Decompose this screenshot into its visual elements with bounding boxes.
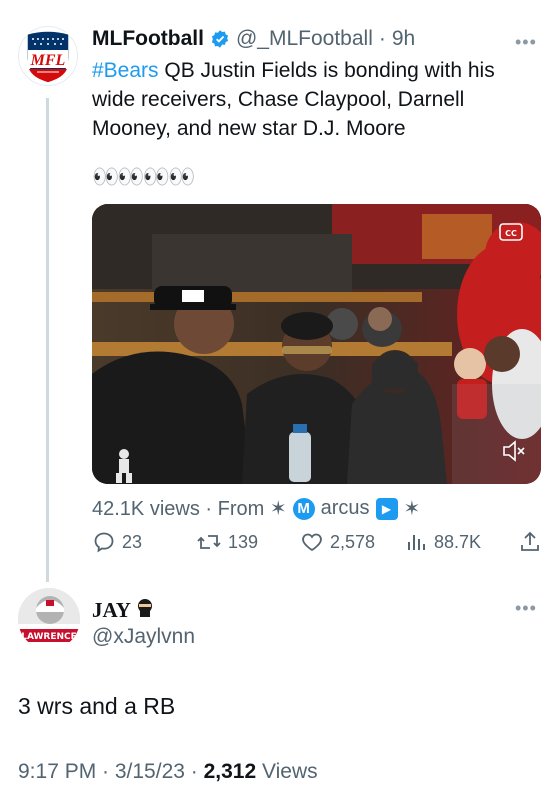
author-handle[interactable]: @_MLFootball [236,27,373,51]
views-icon [408,535,425,550]
share-icon [521,531,539,551]
tweet-actions: 23 139 2,578 88.7K [92,530,542,560]
reply-view-count: 2,312 [203,760,257,783]
retweet-button[interactable]: 139 [196,530,258,554]
reply-views-word: Views [256,760,318,783]
play-icon: ▶ [375,497,398,520]
reply-author-avatar[interactable]: LAWRENCE [18,588,80,650]
retweet-icon [197,535,221,549]
reply-header: JAY [92,597,155,623]
svg-text:LAWRENCE: LAWRENCE [21,632,77,642]
views-label: 42.1K views · From ✶ [92,498,287,520]
ninja-emoji-icon [135,597,155,623]
author-name[interactable]: MLFootball [92,27,204,51]
more-icon[interactable]: ••• [515,32,537,53]
author-avatar[interactable]: MFL [18,26,78,86]
svg-text:MFL: MFL [30,52,66,69]
like-count: 2,578 [330,531,376,552]
hashtag-link[interactable]: #Bears [92,59,159,82]
views-count: 88.7K [434,531,482,552]
views-button[interactable]: 88.7K [404,530,481,554]
reply-text: 3 wrs and a RB [18,693,176,719]
reply-author-handle[interactable]: @xJaylvnn [92,625,195,649]
like-icon [302,533,322,552]
video-frame: CC [92,204,541,484]
reply-author-name[interactable]: JAY [92,598,131,623]
verified-badge-icon [210,29,230,49]
marcus-initial[interactable]: M [292,497,315,520]
reply-icon [94,532,114,553]
retweet-count: 139 [228,531,259,552]
marcus-rest[interactable]: arcus [321,497,370,520]
separator-dot: · [378,27,386,50]
tweet-text: #Bears QB Justin Fields is bonding with … [92,56,532,143]
reply-timestamp[interactable]: 9:17 PM · 3/15/23 · [18,760,204,783]
tweet-emoji: 👀👀👀👀 [92,164,196,189]
share-button[interactable] [518,530,542,554]
reply-meta: 9:17 PM · 3/15/23 · 2,312 Views [18,760,318,784]
thread-connector-line [46,98,49,582]
reply-button[interactable]: 23 [92,530,142,554]
reply-avatar-image: LAWRENCE [18,588,80,650]
trail-star: ✶ [403,498,421,520]
video-player[interactable]: CC [92,204,541,484]
nfl-shield-logo: MFL [26,30,70,84]
reply-more-icon[interactable]: ••• [515,598,537,619]
like-button[interactable]: 2,578 [300,530,375,554]
tweet-header: MLFootball @_MLFootball · 9h [92,27,415,51]
reply-count: 23 [122,531,143,552]
tweet-time[interactable]: 9h [392,27,415,51]
svg-text:CC: CC [505,229,517,238]
views-source-line: 42.1K views · From ✶ M arcus ▶ ✶ [92,496,420,521]
